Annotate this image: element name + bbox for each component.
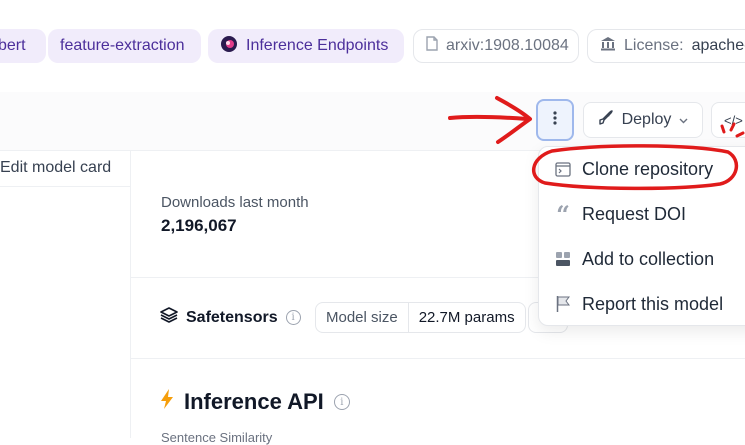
more-options-button[interactable] [536, 99, 574, 141]
tag-bert[interactable]: bert [0, 29, 46, 63]
inference-endpoints-icon [220, 35, 238, 58]
tag-arxiv[interactable]: arxiv:1908.10084 [413, 29, 579, 63]
tag-feature-extraction[interactable]: feature-extraction [48, 29, 201, 63]
more-options-menu: Clone repository “ Request DOI Add to co… [538, 146, 745, 326]
divider [131, 358, 745, 359]
tag-feature-extraction-label: feature-extraction [60, 37, 185, 54]
deploy-label: Deploy [621, 111, 672, 128]
menu-item-label: Clone repository [582, 158, 714, 179]
menu-item-label: Report this model [582, 293, 724, 314]
quote-icon: “ [556, 199, 570, 229]
collection-icon [554, 250, 572, 268]
model-size-value: 22.7M params [418, 309, 515, 326]
tag-license-label: License: [624, 37, 684, 54]
safetensors-section: Safetensors i [160, 307, 301, 328]
deploy-button[interactable]: Deploy [583, 102, 703, 138]
menu-item-report-model[interactable]: Report this model [539, 284, 745, 324]
tag-license[interactable]: License: apache-2.0 [587, 29, 745, 63]
safetensors-title: Safetensors [186, 308, 278, 326]
bank-icon [600, 36, 616, 56]
menu-item-label: Request DOI [582, 203, 687, 224]
downloads-value: 2,196,067 [161, 216, 237, 235]
left-column: Edit model card [0, 151, 131, 438]
document-icon [426, 36, 438, 56]
tag-bert-label: bert [0, 37, 26, 54]
terminal-icon [554, 160, 572, 178]
rocket-icon [598, 109, 614, 131]
vertical-dots-icon [553, 110, 557, 130]
model-size-badge: Model size 22.7M params [315, 302, 526, 333]
chevron-down-icon [679, 111, 688, 129]
menu-item-clone-repository[interactable]: Clone repository [539, 149, 745, 189]
safetensors-icon [160, 307, 178, 328]
info-icon[interactable]: i [285, 310, 301, 325]
tag-license-value: apache-2.0 [691, 37, 745, 54]
flag-icon [554, 295, 572, 313]
lightning-icon [160, 388, 174, 416]
info-icon[interactable]: i [333, 394, 350, 410]
tag-inference-endpoints[interactable]: Inference Endpoints [208, 29, 404, 63]
use-in-library-button[interactable]: </> [711, 102, 745, 138]
inference-api-section: Inference API i [160, 388, 350, 416]
menu-item-label: Add to collection [582, 248, 715, 269]
model-size-label: Model size [316, 303, 409, 332]
tags-row: bert feature-extraction Inference Endpoi… [0, 0, 745, 92]
inference-api-title: Inference API [184, 389, 324, 414]
edit-model-card-link[interactable]: Edit model card [0, 151, 130, 187]
tag-arxiv-label: arxiv:1908.10084 [446, 37, 569, 54]
downloads-label: Downloads last month [161, 194, 309, 211]
menu-item-request-doi[interactable]: “ Request DOI [539, 194, 745, 234]
code-icon: </> [724, 112, 743, 128]
tag-inference-endpoints-label: Inference Endpoints [246, 37, 389, 54]
menu-item-add-to-collection[interactable]: Add to collection [539, 239, 745, 279]
